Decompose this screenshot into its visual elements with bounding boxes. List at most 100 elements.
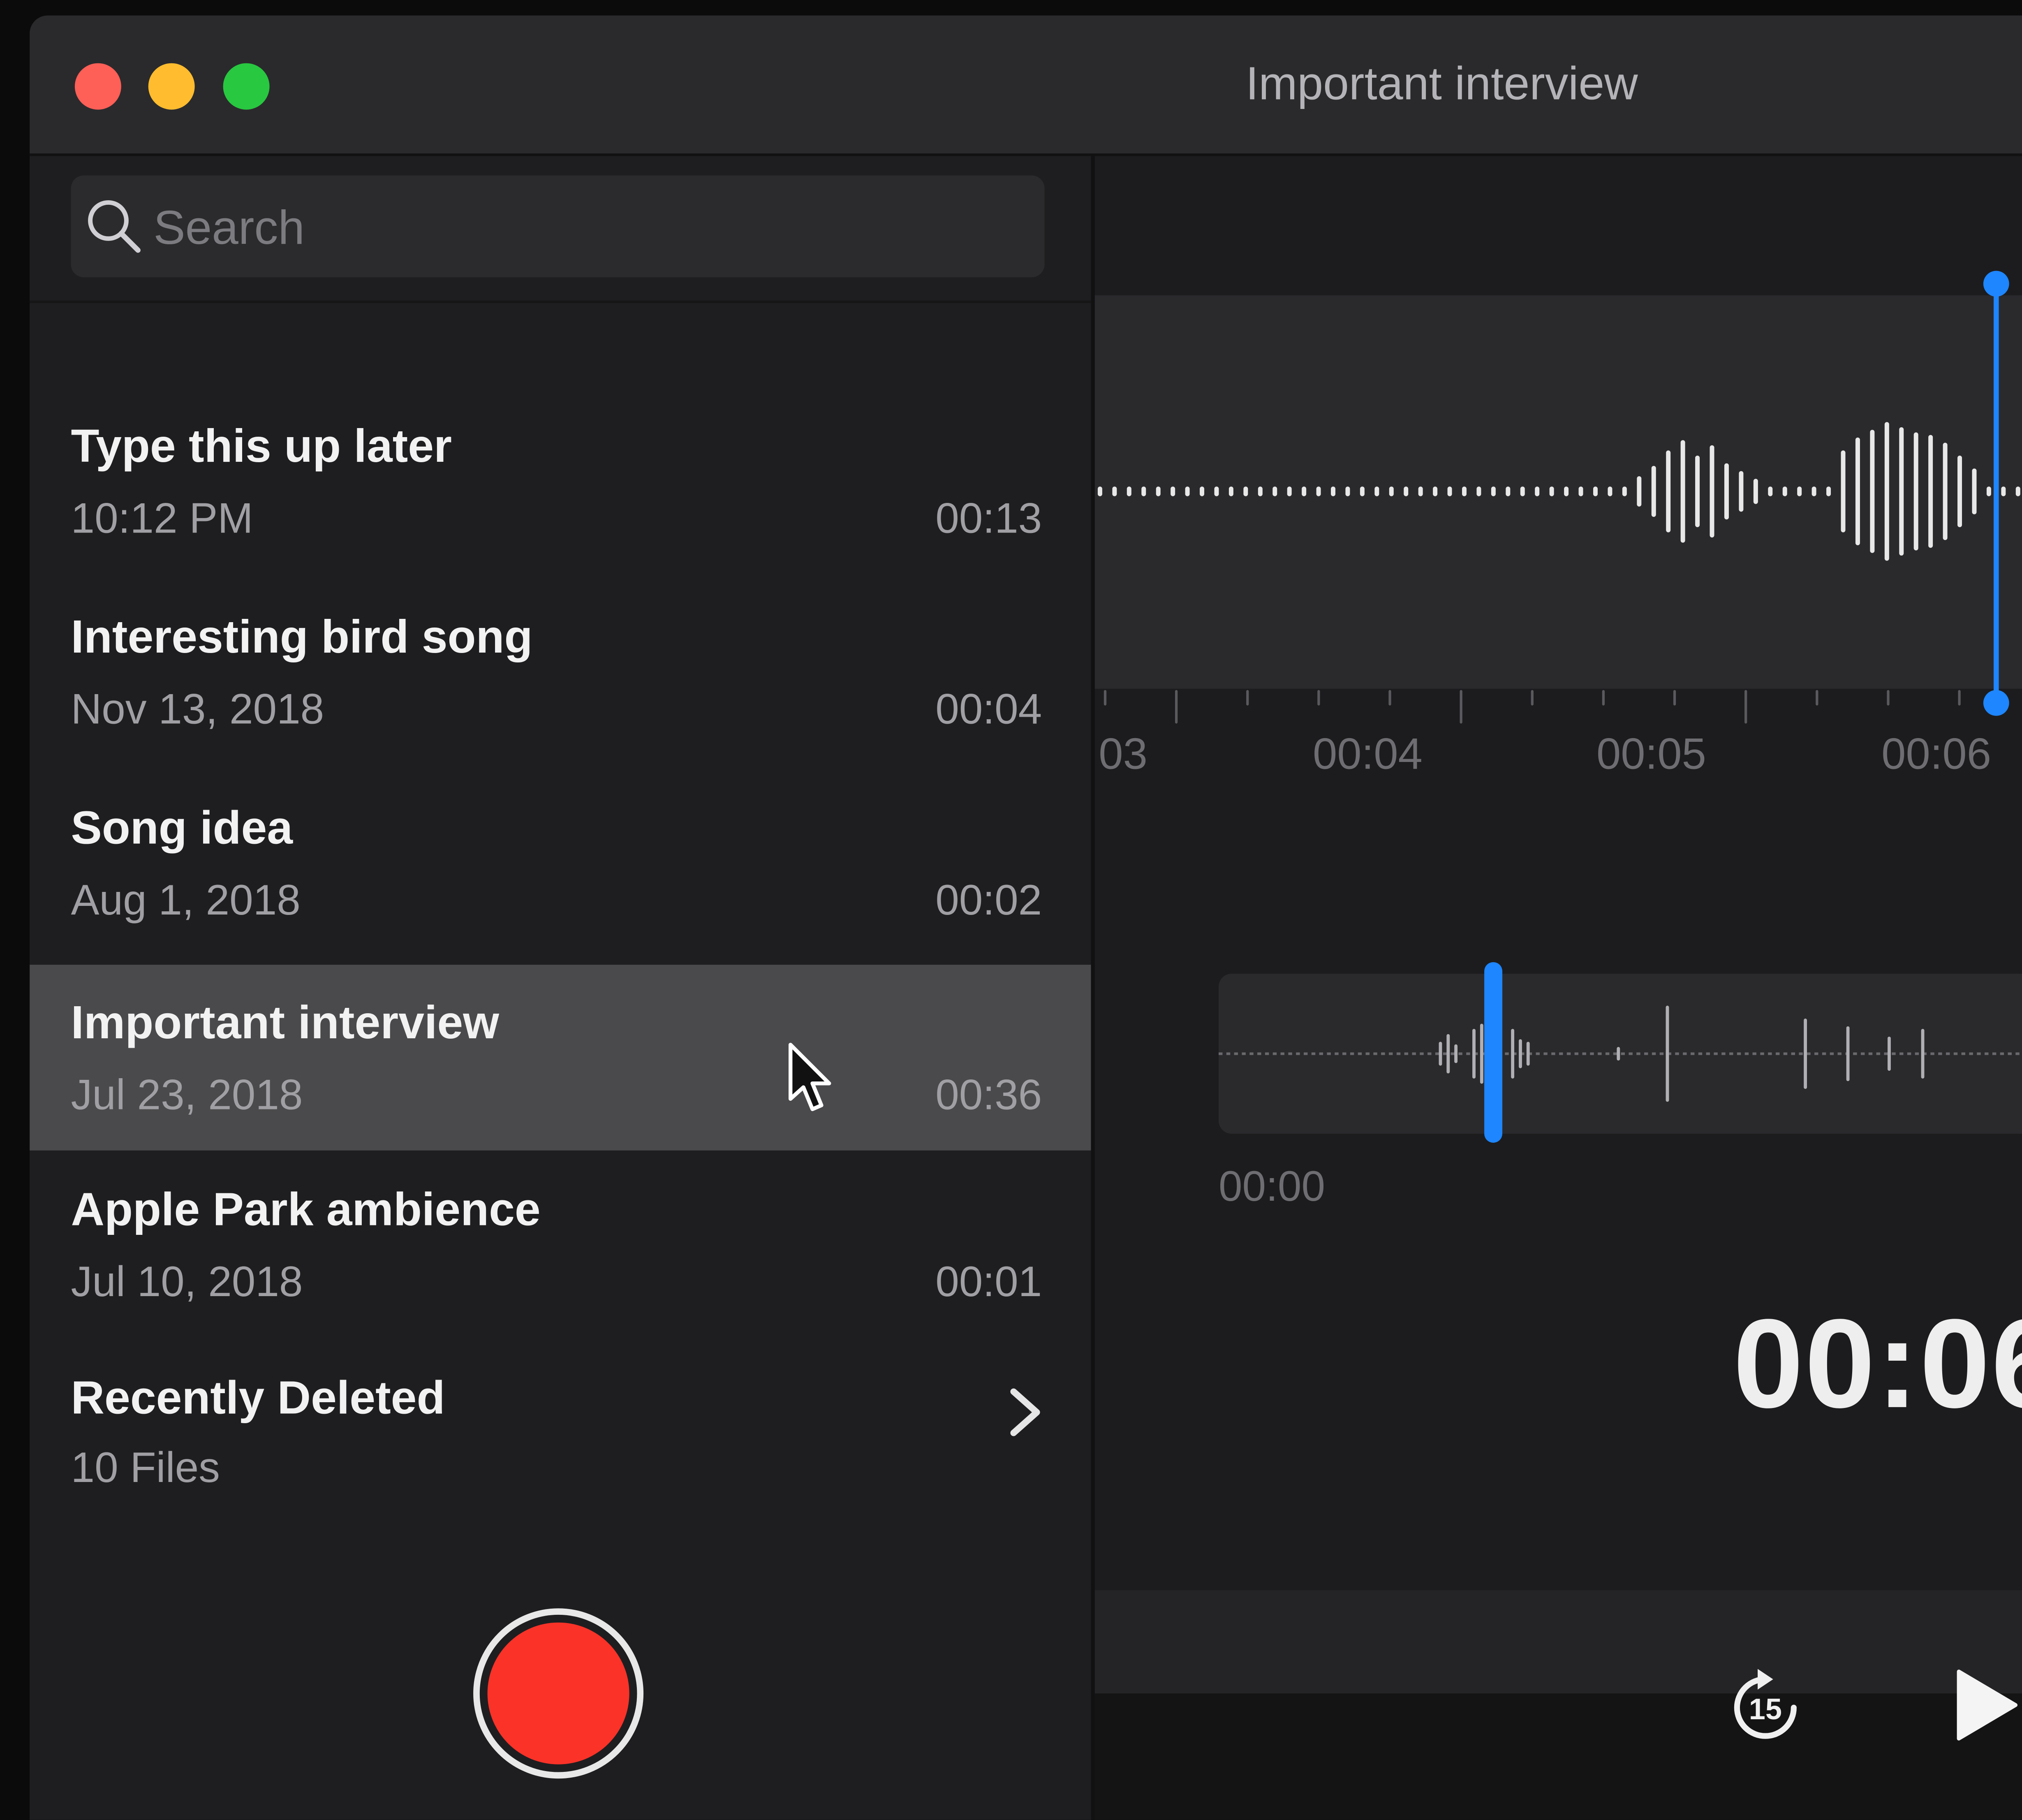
recording-name: Apple Park ambience	[71, 1183, 541, 1236]
waveform-baseline-dot	[1946, 1052, 1950, 1055]
zoom-button[interactable]	[223, 63, 270, 110]
waveform-baseline-dot	[1559, 1052, 1563, 1055]
waveform-baseline-dot	[1389, 1052, 1393, 1055]
waveform-baseline-dot	[1621, 1052, 1625, 1055]
title-bar: Important interview	[30, 15, 2022, 156]
recording-item-song-idea[interactable]: Song idea Aug 1, 2018 00:02	[30, 770, 1091, 956]
recording-detail: 03 00:04 00:05 00:06 00:00 00:06 15	[1094, 156, 2022, 1820]
waveform-baseline-dot	[1752, 1052, 1756, 1055]
skip-back-15-icon[interactable]: 15	[1727, 1666, 1804, 1749]
waveform-baseline-dot	[1249, 1052, 1254, 1055]
waveform-baseline-dot	[1311, 1052, 1316, 1055]
waveform-baseline-dot	[1373, 1052, 1377, 1055]
waveform-baseline-dot	[1768, 1052, 1772, 1055]
overview-waveform-graphic	[1218, 1005, 2020, 1102]
waveform-baseline-dot	[1868, 1052, 1873, 1055]
waveform-baseline-dot	[1265, 1052, 1269, 1055]
recording-date: Jul 23, 2018	[71, 1070, 303, 1118]
waveform-baseline-dot	[1598, 1052, 1602, 1055]
playhead[interactable]	[1994, 282, 1999, 703]
waveform-baseline-dot	[1543, 1052, 1548, 1055]
recording-date: Nov 13, 2018	[71, 685, 324, 733]
timeline-tick-label: 00:06	[1881, 730, 1992, 779]
svg-text:15: 15	[1749, 1693, 1782, 1726]
waveform-baseline-dot	[1420, 1052, 1424, 1055]
waveform-baseline-dot	[1830, 1052, 1834, 1055]
waveform-baseline-dot	[1226, 1052, 1231, 1055]
recording-date: Jul 10, 2018	[71, 1257, 303, 1306]
waveform-baseline-dot	[1280, 1052, 1284, 1055]
play-icon[interactable]	[1951, 1669, 2022, 1741]
recordings-sidebar: Type this up later 10:12 PM 00:13 Intere…	[30, 156, 1095, 1820]
waveform-baseline-dot	[1582, 1052, 1586, 1055]
waveform-baseline-dot	[1458, 1052, 1462, 1055]
waveform-baseline-dot	[1807, 1052, 1811, 1055]
waveform-baseline-dot	[1358, 1052, 1362, 1055]
waveform-baseline-dot	[1636, 1052, 1640, 1055]
waveform-baseline-dot	[1915, 1052, 1919, 1055]
recently-deleted-folder[interactable]: Recently Deleted 10 Files	[30, 1340, 1091, 1508]
overview-waveform[interactable]	[1218, 974, 2022, 1134]
recording-name: Interesting bird song	[71, 610, 533, 663]
search-field[interactable]	[71, 175, 1045, 280]
waveform-baseline-dot	[1892, 1052, 1896, 1055]
waveform-baseline-dot	[1876, 1052, 1881, 1055]
overview-start-time: 00:00	[1218, 1162, 1326, 1210]
waveform-baseline-dot	[1853, 1052, 1857, 1055]
timeline-tick-label: 00:05	[1596, 730, 1706, 779]
waveform-baseline-dot	[1737, 1052, 1741, 1055]
waveform-baseline-dot	[1242, 1052, 1246, 1055]
recording-item-type-this-up-later[interactable]: Type this up later 10:12 PM 00:13	[30, 388, 1091, 574]
close-button[interactable]	[74, 63, 121, 110]
waveform-baseline-dot	[1350, 1052, 1354, 1055]
search-bar	[30, 156, 1091, 303]
playhead-bottom-handle[interactable]	[1983, 690, 2009, 716]
current-time: 00:06	[1733, 1292, 2022, 1434]
detail-waveform-graphic	[1097, 422, 2020, 561]
waveform-baseline-dot	[1396, 1052, 1401, 1055]
waveform-baseline-dot	[1884, 1052, 1888, 1055]
playhead-top-handle[interactable]	[1983, 271, 2009, 297]
waveform-baseline-dot	[1775, 1052, 1780, 1055]
search-input[interactable]	[150, 175, 1033, 280]
waveform-baseline-dot	[1721, 1052, 1726, 1055]
recording-date: Aug 1, 2018	[71, 875, 301, 924]
waveform-baseline-dot	[1760, 1052, 1764, 1055]
waveform-baseline-dot	[1304, 1052, 1308, 1055]
waveform-baseline-dot	[1969, 1052, 1973, 1055]
waveform-baseline-dot	[1319, 1052, 1323, 1055]
record-button[interactable]	[473, 1608, 644, 1779]
recording-item-interesting-bird-song[interactable]: Interesting bird song Nov 13, 2018 00:04	[30, 579, 1091, 765]
waveform-baseline-dot	[1288, 1052, 1292, 1055]
overview-scrubber[interactable]	[1484, 962, 1503, 1143]
waveform-baseline-dot	[1644, 1052, 1648, 1055]
waveform-baseline-dot	[1899, 1052, 1904, 1055]
waveform-baseline-dot	[1690, 1052, 1695, 1055]
waveform-baseline-dot	[2015, 1052, 2020, 1055]
waveform-baseline-dot	[1435, 1052, 1439, 1055]
waveform-baseline-dot	[1365, 1052, 1370, 1055]
waveform-baseline-dot	[1985, 1052, 1989, 1055]
detail-waveform[interactable]	[1094, 295, 2022, 689]
recording-duration: 00:13	[935, 494, 1042, 542]
recording-name: Important interview	[71, 996, 500, 1049]
waveform-baseline-dot	[1590, 1052, 1594, 1055]
waveform-baseline-dot	[1574, 1052, 1579, 1055]
waveform-baseline-dot	[1992, 1052, 1997, 1055]
waveform-baseline-dot	[1218, 1052, 1223, 1055]
transport-bar: 15	[1094, 1590, 2022, 1820]
waveform-baseline-dot	[1327, 1052, 1331, 1055]
search-icon	[88, 200, 141, 253]
record-dot	[487, 1622, 629, 1764]
waveform-baseline-dot	[1814, 1052, 1818, 1055]
waveform-baseline-dot	[1505, 1052, 1509, 1055]
minimize-button[interactable]	[148, 63, 195, 110]
waveform-baseline-dot	[1706, 1052, 1710, 1055]
waveform-baseline-dot	[1566, 1052, 1571, 1055]
waveform-baseline-dot	[1342, 1052, 1346, 1055]
timeline-tick-label: 00:04	[1312, 730, 1423, 779]
waveform-baseline-dot	[1659, 1052, 1664, 1055]
recording-item-important-interview[interactable]: Important interview Jul 23, 2018 00:36	[30, 965, 1091, 1151]
waveform-baseline-dot	[1404, 1052, 1409, 1055]
recording-item-apple-park-ambience[interactable]: Apple Park ambience Jul 10, 2018 00:01	[30, 1152, 1091, 1338]
